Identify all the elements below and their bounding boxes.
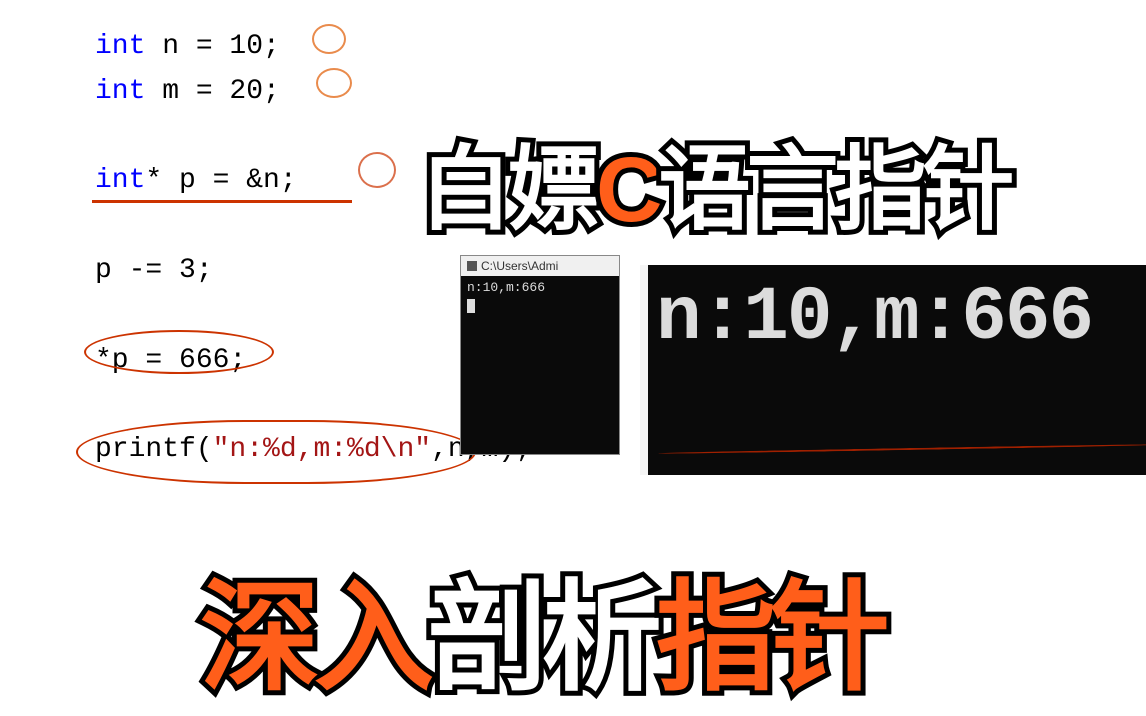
console-output-text: n:10,m:666	[467, 280, 545, 295]
console-titlebar: C:\Users\Admi	[461, 256, 619, 276]
annotation-underline-icon	[658, 444, 1146, 455]
headline-text: 剖析	[428, 571, 656, 705]
code-line-1: int n = 10;	[95, 25, 532, 70]
console-window-small: C:\Users\Admi n:10,m:666	[460, 255, 620, 455]
console-window-zoomed: n:10,m:666	[640, 265, 1146, 475]
console-output: n:10,m:666	[461, 276, 619, 317]
headline-text: 白嫖	[420, 139, 596, 241]
headline-text: 语言指针	[658, 139, 1010, 241]
headline-text-accent: 指针	[656, 571, 884, 705]
code-line-2: int m = 20;	[95, 70, 532, 115]
cursor-icon	[467, 299, 475, 313]
console-output-big: n:10,m:666	[648, 265, 1146, 361]
keyword-int: int	[95, 31, 145, 62]
headline-text-accent: C	[596, 139, 658, 241]
headline-bottom: 深入剖析指针	[200, 540, 884, 714]
keyword-int: int	[95, 165, 145, 196]
headline-top: 白嫖C语言指针	[420, 115, 1010, 248]
headline-text-accent: 深入	[200, 571, 428, 705]
keyword-int: int	[95, 76, 145, 107]
console-title-text: C:\Users\Admi	[481, 259, 558, 273]
